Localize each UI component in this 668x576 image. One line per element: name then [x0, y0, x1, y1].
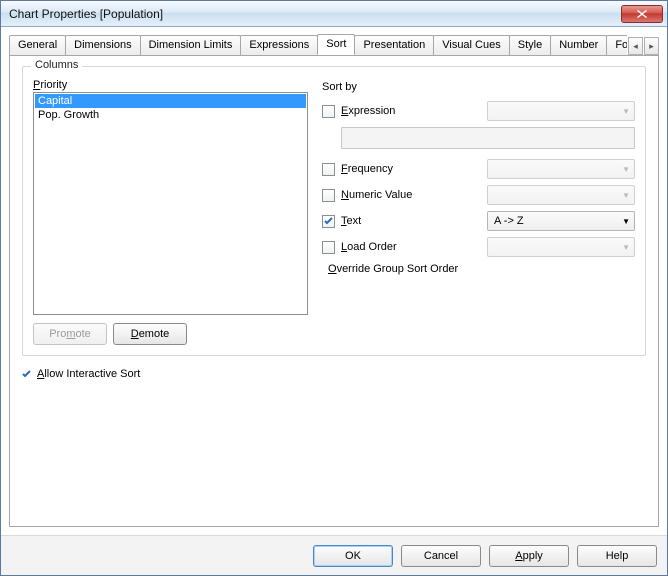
titlebar[interactable]: Chart Properties [Population]: [1, 1, 667, 27]
override-row: Override Group Sort Order: [322, 263, 635, 275]
apply-button[interactable]: Apply: [489, 545, 569, 567]
tabs: General Dimensions Dimension Limits Expr…: [9, 34, 627, 55]
expression-checkbox[interactable]: [322, 105, 335, 118]
sort-row-loadorder: Load Order ▼: [322, 237, 635, 257]
tab-visual-cues[interactable]: Visual Cues: [433, 35, 510, 55]
override-label: Override Group Sort Order: [328, 263, 458, 275]
dialog-window: Chart Properties [Population] General Di…: [0, 0, 668, 576]
frequency-order-combo[interactable]: ▼: [487, 159, 635, 179]
sort-row-numeric: Numeric Value ▼: [322, 185, 635, 205]
numeric-checkbox[interactable]: [322, 189, 335, 202]
content-area: General Dimensions Dimension Limits Expr…: [1, 27, 667, 535]
loadorder-label: Load Order: [341, 241, 481, 253]
loadorder-checkbox[interactable]: [322, 241, 335, 254]
loadorder-order-combo[interactable]: ▼: [487, 237, 635, 257]
sort-row-expression: Expression ▼: [322, 101, 635, 121]
tab-general[interactable]: General: [9, 35, 66, 55]
tab-scroll-right[interactable]: ▸: [644, 37, 659, 55]
priority-column: Priority Capital Pop. Growth Promote Dem…: [33, 79, 308, 345]
text-order-combo[interactable]: A -> Z▼: [487, 211, 635, 231]
frequency-label: Frequency: [341, 163, 481, 175]
promote-button[interactable]: Promote: [33, 323, 107, 345]
expression-order-combo[interactable]: ▼: [487, 101, 635, 121]
priority-listbox[interactable]: Capital Pop. Growth: [33, 92, 308, 315]
close-button[interactable]: [621, 5, 663, 23]
frequency-checkbox[interactable]: [322, 163, 335, 176]
tab-panel-sort: Columns Priority Capital Pop. Growth Pro…: [9, 55, 659, 527]
demote-button[interactable]: Demote: [113, 323, 187, 345]
tab-scroll-left[interactable]: ◂: [628, 37, 643, 55]
priority-label: Priority: [33, 79, 308, 91]
allow-interactive-checkbox[interactable]: [22, 370, 31, 379]
cancel-button[interactable]: Cancel: [401, 545, 481, 567]
tab-presentation[interactable]: Presentation: [354, 35, 434, 55]
columns-group: Columns Priority Capital Pop. Growth Pro…: [22, 66, 646, 356]
numeric-order-combo[interactable]: ▼: [487, 185, 635, 205]
list-item[interactable]: Capital: [35, 94, 306, 108]
sort-row-frequency: Frequency ▼: [322, 159, 635, 179]
tab-sort[interactable]: Sort: [317, 34, 355, 55]
columns-legend: Columns: [31, 59, 82, 71]
sort-row-text: Text A -> Z▼: [322, 211, 635, 231]
tab-font[interactable]: Font: [606, 35, 627, 55]
expression-input[interactable]: [341, 127, 635, 149]
close-icon: [637, 10, 647, 18]
ok-button[interactable]: OK: [313, 545, 393, 567]
help-button[interactable]: Help: [577, 545, 657, 567]
allow-interactive-label: Allow Interactive Sort: [37, 368, 140, 380]
tab-style[interactable]: Style: [509, 35, 551, 55]
sortby-label: Sort by: [322, 81, 635, 93]
tab-number[interactable]: Number: [550, 35, 607, 55]
dialog-footer: OK Cancel Apply Help: [1, 535, 667, 575]
text-label: Text: [341, 215, 481, 227]
tab-strip: General Dimensions Dimension Limits Expr…: [9, 33, 659, 55]
sortby-column: Sort by Expression ▼ Frequency ▼: [322, 79, 635, 345]
expression-label: Expression: [341, 105, 481, 117]
text-checkbox[interactable]: [322, 215, 335, 228]
tab-expressions[interactable]: Expressions: [240, 35, 318, 55]
numeric-label: Numeric Value: [341, 189, 481, 201]
allow-interactive-row: Allow Interactive Sort: [22, 368, 646, 380]
tab-dimensions[interactable]: Dimensions: [65, 35, 140, 55]
list-item[interactable]: Pop. Growth: [35, 108, 306, 122]
tab-dimension-limits[interactable]: Dimension Limits: [140, 35, 242, 55]
window-title: Chart Properties [Population]: [9, 7, 621, 21]
